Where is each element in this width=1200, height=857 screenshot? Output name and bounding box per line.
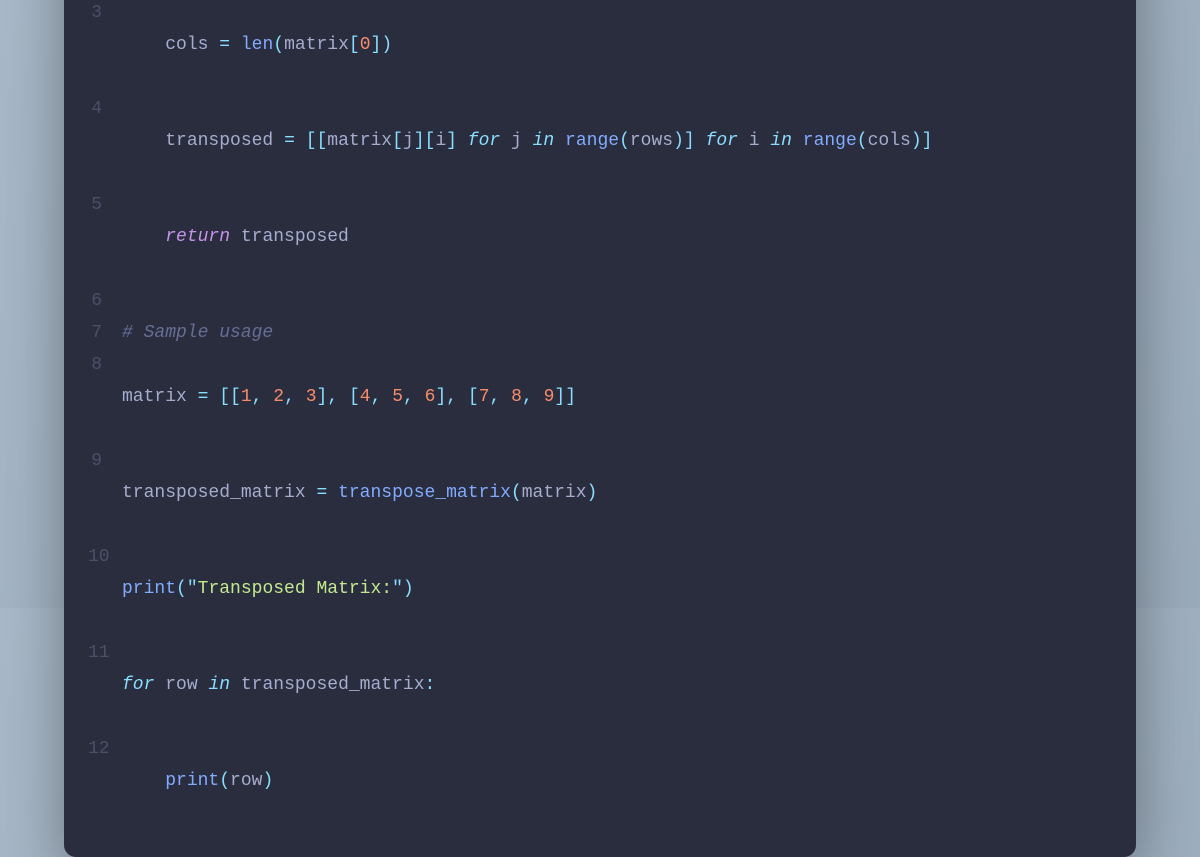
code-line: 5 return transposed [88,189,1112,285]
code-line: 8 matrix = [[1, 2, 3], [4, 5, 6], [7, 8,… [88,349,1112,445]
line-number: 5 [88,189,122,285]
line-number: 3 [88,0,122,93]
code-line: 4 transposed = [[matrix[j][i] for j in r… [88,93,1112,189]
line-number: 9 [88,445,122,541]
line-number: 12 [88,733,122,829]
line-number: 11 [88,637,122,733]
code-line: 10 print("Transposed Matrix:") [88,541,1112,637]
code-line: 3 cols = len(matrix[0]) [88,0,1112,93]
line-number: 6 [88,285,122,317]
code-window: 1 def transpose_matrix(matrix): 2 rows =… [64,0,1136,857]
line-number: 8 [88,349,122,445]
code-editor[interactable]: 1 def transpose_matrix(matrix): 2 rows =… [64,0,1136,829]
line-number: 4 [88,93,122,189]
line-number: 10 [88,541,122,637]
line-number: 7 [88,317,122,349]
code-line: 6 [88,285,1112,317]
code-line: 9 transposed_matrix = transpose_matrix(m… [88,445,1112,541]
code-line: 11 for row in transposed_matrix: [88,637,1112,733]
code-line: 7 # Sample usage [88,317,1112,349]
code-line: 12 print(row) [88,733,1112,829]
